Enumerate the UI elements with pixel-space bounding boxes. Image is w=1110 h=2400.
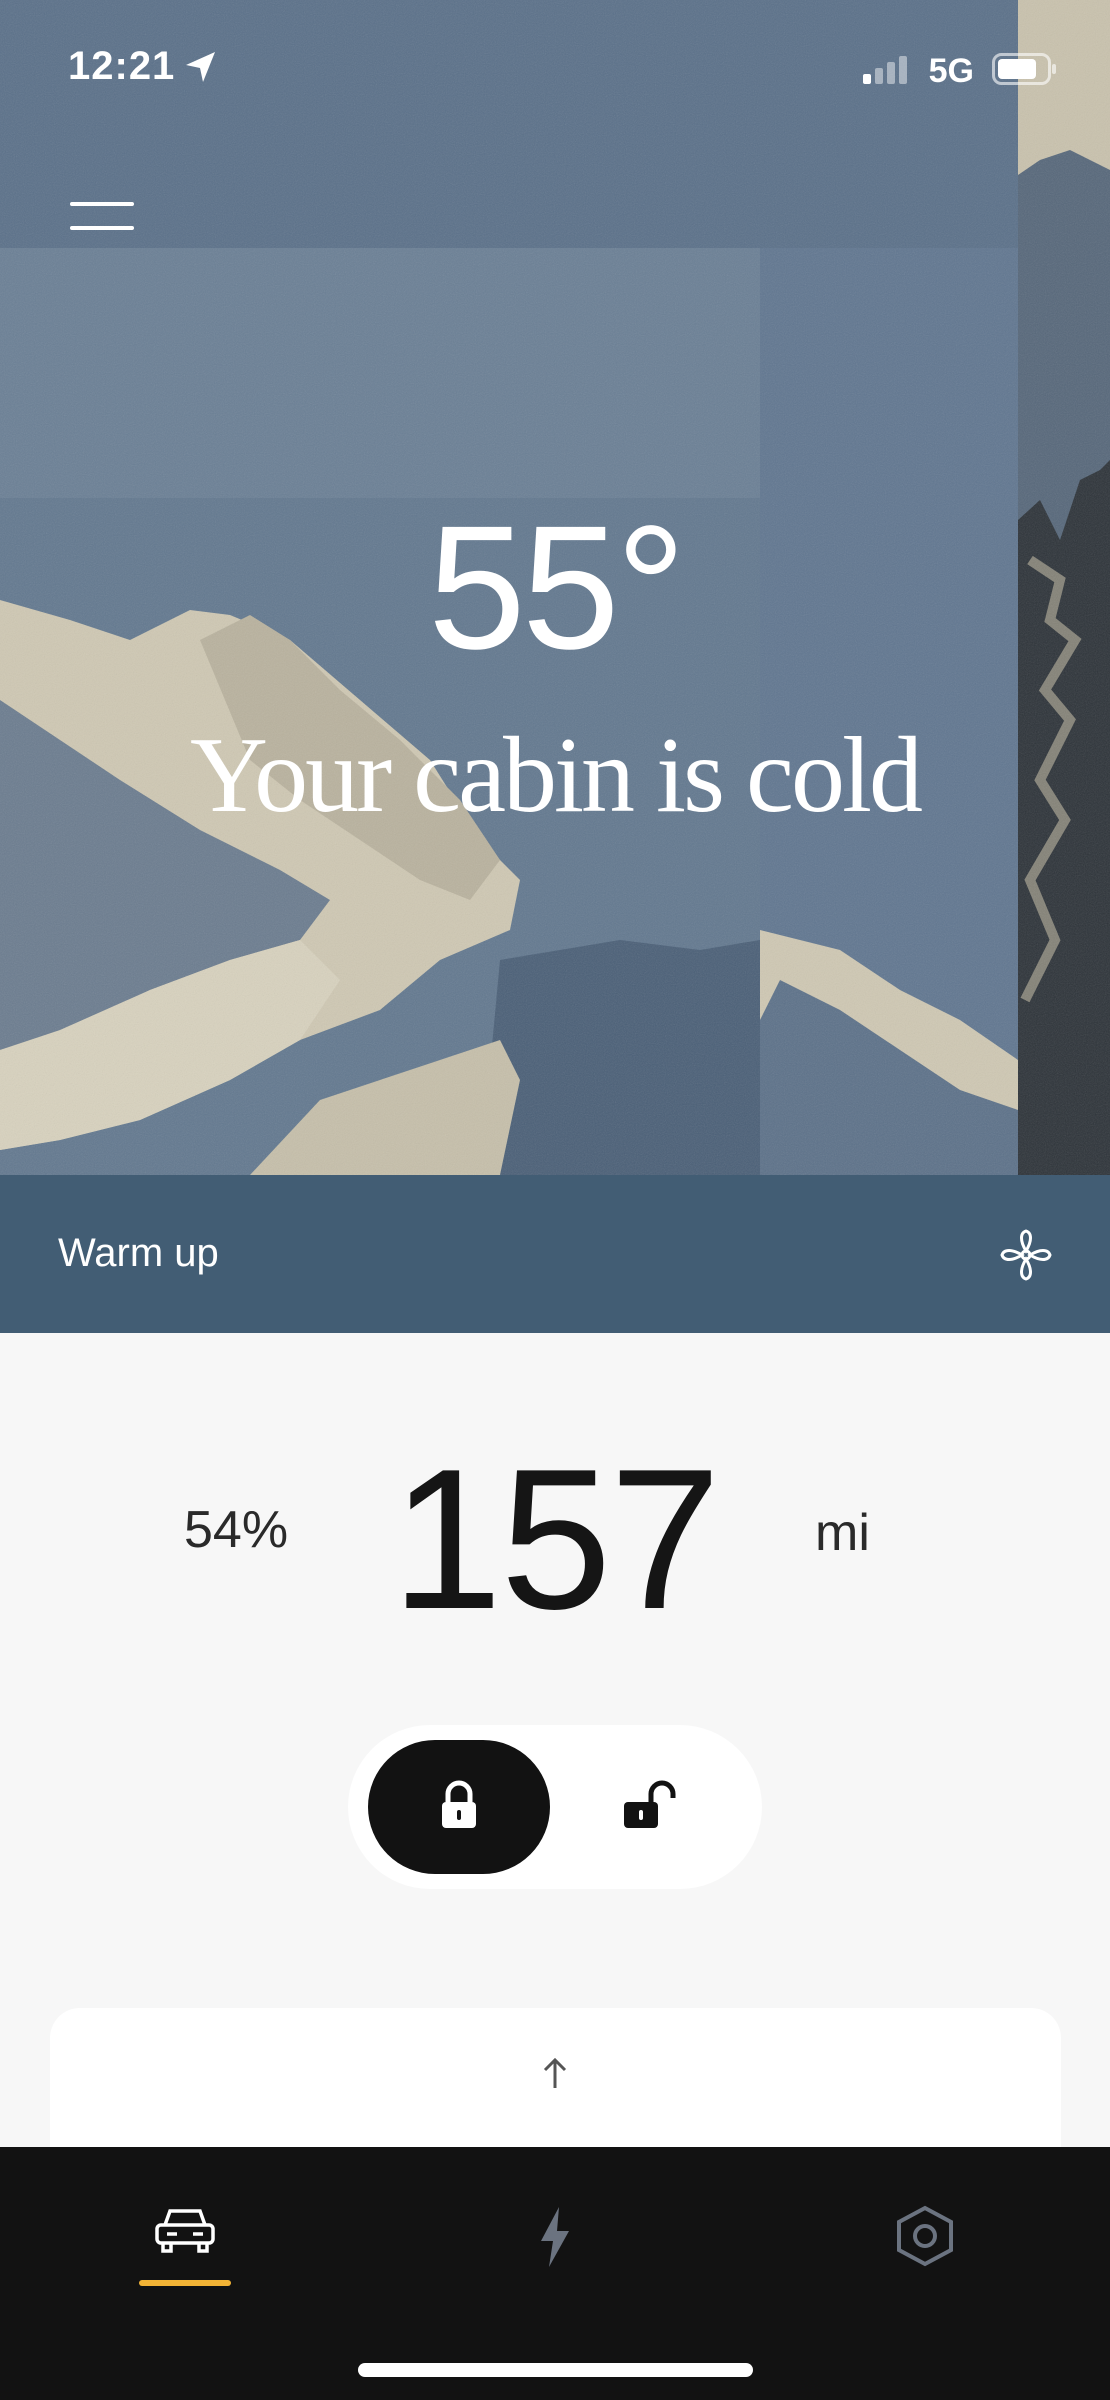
fan-icon bbox=[998, 1227, 1054, 1288]
lightning-icon bbox=[535, 2205, 575, 2274]
status-bar: 12:21 5G bbox=[0, 0, 1110, 140]
hamburger-menu-icon[interactable] bbox=[70, 200, 134, 236]
lock-toggle bbox=[348, 1725, 762, 1889]
cabin-temperature: 55° bbox=[427, 490, 686, 686]
hexagon-icon bbox=[895, 2205, 955, 2272]
unlock-button[interactable] bbox=[558, 1740, 740, 1874]
tab-settings[interactable] bbox=[865, 2205, 985, 2325]
home-indicator[interactable] bbox=[358, 2363, 753, 2377]
status-right-group: 5G bbox=[862, 52, 1058, 91]
signal-icon bbox=[862, 54, 911, 89]
warm-up-label: Warm up bbox=[58, 1231, 219, 1275]
range-value: 157 bbox=[391, 1428, 721, 1651]
range-unit: mi bbox=[815, 1504, 870, 1562]
hero-banner: 12:21 5G 55° Your cabin is cold bbox=[0, 0, 1110, 1175]
lock-open-icon bbox=[621, 1780, 677, 1835]
warm-up-button[interactable]: Warm up bbox=[0, 1175, 1110, 1333]
arrow-up-icon[interactable] bbox=[540, 2056, 570, 2095]
battery-icon bbox=[992, 53, 1058, 90]
active-tab-indicator bbox=[139, 2280, 231, 2286]
network-type: 5G bbox=[928, 52, 974, 90]
status-time: 12:21 bbox=[68, 44, 176, 88]
cabin-status-message: Your cabin is cold bbox=[189, 716, 923, 835]
location-arrow-icon bbox=[184, 50, 218, 89]
tab-charging[interactable] bbox=[495, 2205, 615, 2325]
lock-closed-icon bbox=[439, 1780, 479, 1835]
tab-vehicle[interactable] bbox=[125, 2205, 245, 2325]
lock-button[interactable] bbox=[368, 1740, 550, 1874]
car-icon bbox=[153, 2205, 217, 2262]
